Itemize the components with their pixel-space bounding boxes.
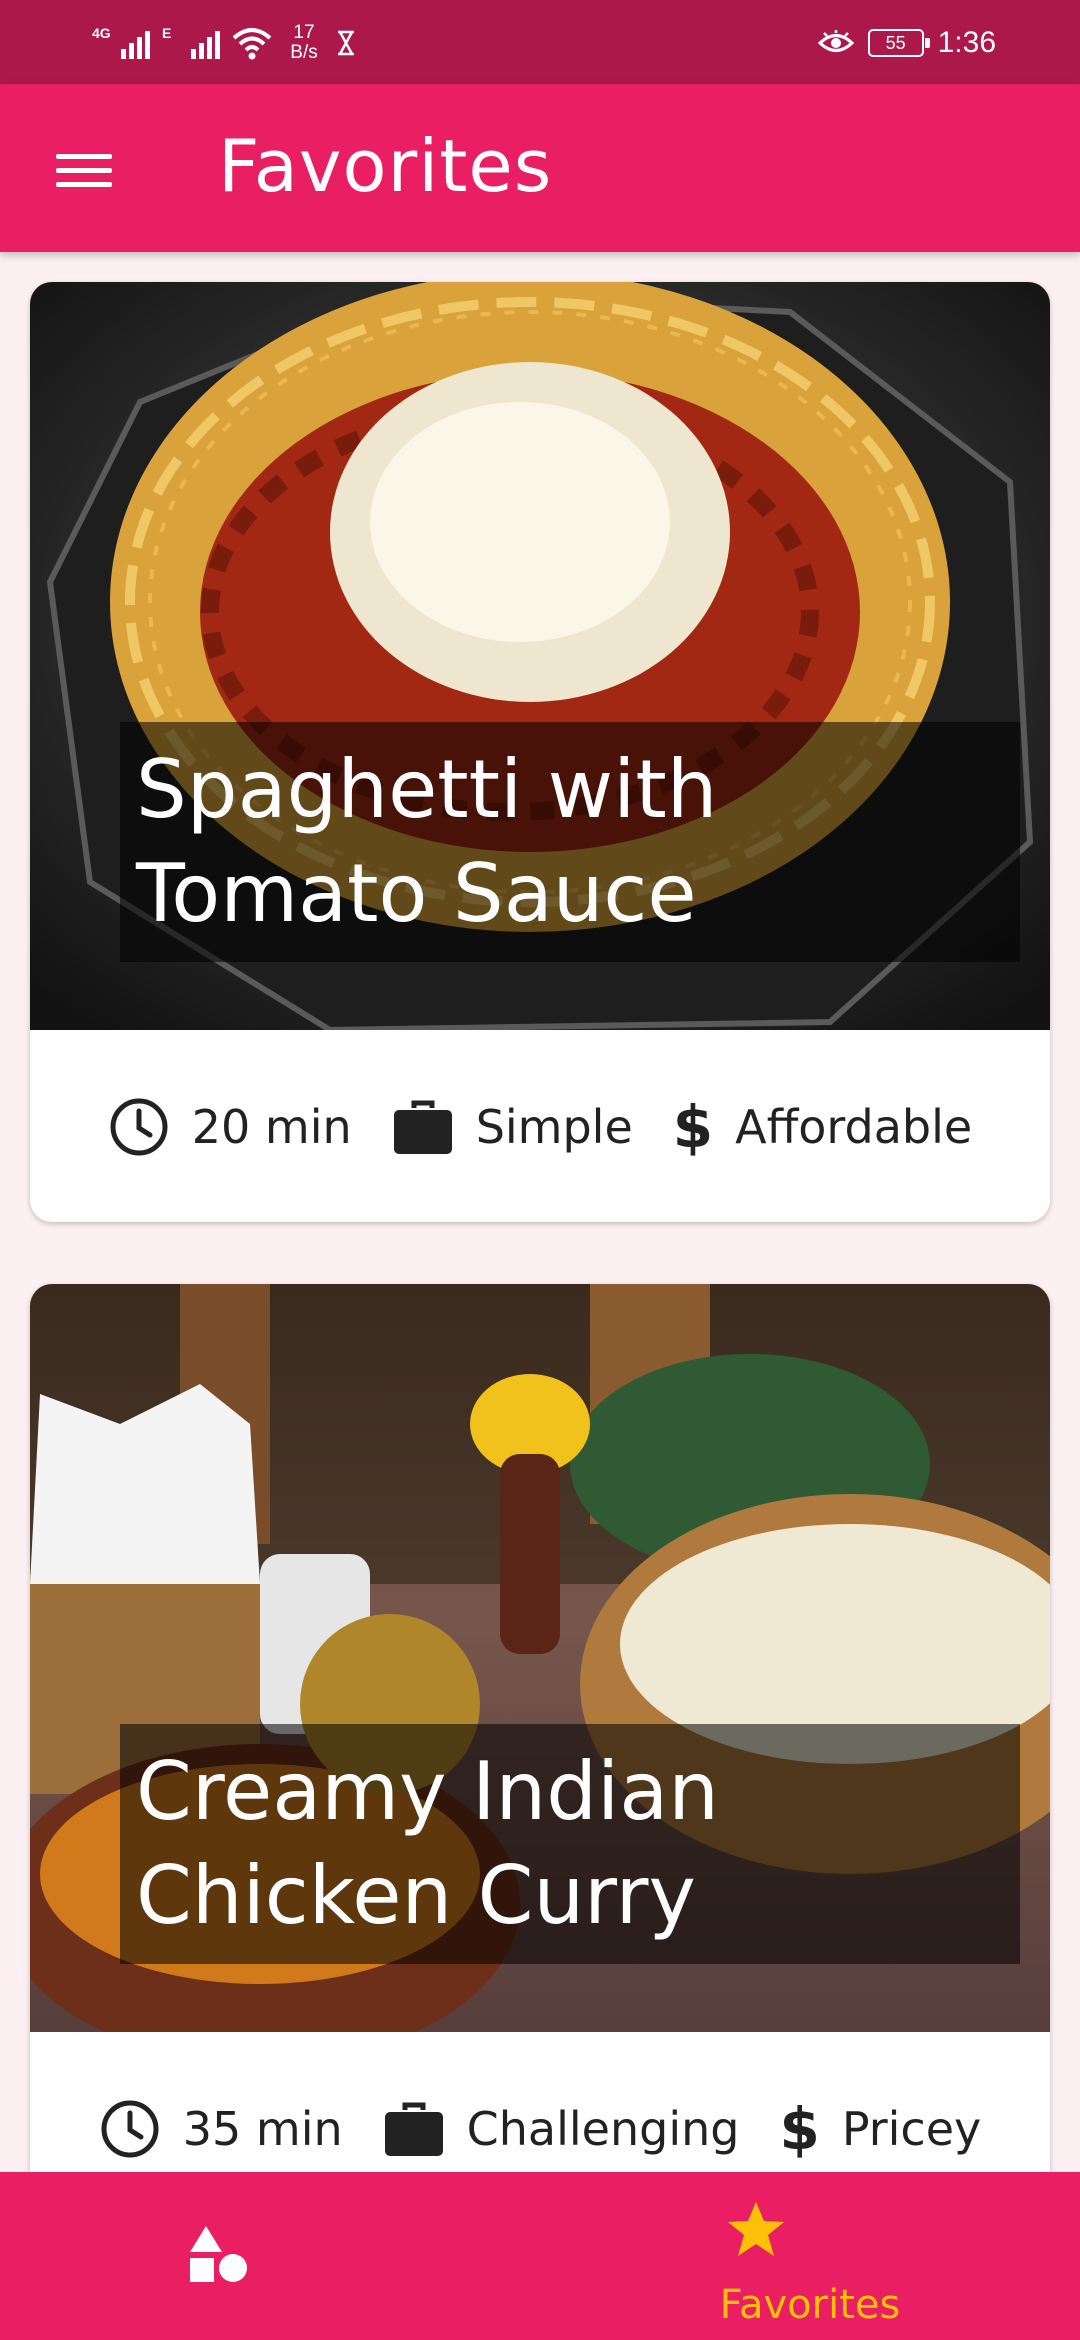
affordability-info: $ Affordable bbox=[673, 1093, 972, 1161]
affordability-text: Pricey bbox=[841, 2102, 982, 2156]
wifi-icon bbox=[232, 28, 272, 60]
duration-text: 35 min bbox=[182, 2102, 343, 2156]
status-bar: 4G E 17 B/s 55 1:36 bbox=[0, 0, 1080, 84]
complexity-info: Simple bbox=[392, 1098, 633, 1156]
clock: 1:36 bbox=[937, 26, 996, 59]
network-speed-value: 17 bbox=[293, 22, 315, 43]
meal-card[interactable]: Spaghetti with Tomato Sauce 20 min Simpl… bbox=[30, 282, 1050, 1222]
duration-text: 20 min bbox=[191, 1100, 352, 1154]
meal-title-line1: Spaghetti with bbox=[136, 743, 718, 836]
network-speed-unit: B/s bbox=[290, 42, 318, 63]
duration-info: 20 min bbox=[108, 1096, 352, 1158]
categories-shapes-icon bbox=[190, 2226, 247, 2282]
nav-favorites[interactable]: Favorites bbox=[540, 2172, 1080, 2340]
briefcase-icon bbox=[384, 2102, 443, 2156]
clock-icon bbox=[110, 1098, 168, 1156]
complexity-info: Challenging bbox=[383, 2100, 740, 2158]
network-speed: 17 B/s bbox=[284, 23, 324, 63]
hamburger-menu-icon[interactable] bbox=[56, 150, 112, 190]
briefcase-icon bbox=[393, 1100, 452, 1154]
meal-title-line2: Chicken Curry bbox=[136, 1849, 696, 1942]
battery-icon: 55 bbox=[867, 29, 930, 57]
hourglass-icon bbox=[337, 30, 355, 56]
meal-title-line2: Tomato Sauce bbox=[136, 847, 697, 940]
battery-level: 55 bbox=[885, 33, 906, 53]
dollar-icon: $ bbox=[779, 2095, 820, 2163]
meal-info-row: 35 min Challenging $ Pricey bbox=[30, 2034, 1050, 2172]
affordability-text: Affordable bbox=[735, 1100, 973, 1154]
meal-title-overlay: Creamy Indian Chicken Curry bbox=[120, 1724, 1020, 1964]
duration-info: 35 min bbox=[99, 2098, 343, 2160]
clock-icon bbox=[101, 2100, 159, 2158]
meal-image-spaghetti: Spaghetti with Tomato Sauce bbox=[30, 282, 1050, 1030]
meal-image-curry: Creamy Indian Chicken Curry bbox=[30, 1284, 1050, 2032]
meal-info-row: 20 min Simple $ Affordable bbox=[30, 1032, 1050, 1222]
cell-signal-icon: 4G bbox=[92, 23, 150, 63]
meal-card[interactable]: Creamy Indian Chicken Curry 35 min Chall… bbox=[30, 1284, 1050, 2172]
complexity-text: Challenging bbox=[466, 2102, 740, 2156]
status-left-icons: 4G E 17 B/s bbox=[92, 18, 356, 68]
signal-tech-label: 4G bbox=[92, 25, 111, 41]
eye-comfort-icon bbox=[817, 30, 854, 52]
bottom-navigation: Favorites bbox=[0, 2172, 1080, 2340]
meal-title-overlay: Spaghetti with Tomato Sauce bbox=[120, 722, 1020, 962]
signal-tech-label-2: E bbox=[162, 25, 172, 41]
meal-title-line1: Creamy Indian bbox=[136, 1745, 719, 1838]
complexity-text: Simple bbox=[475, 1100, 633, 1154]
app-bar: Favorites bbox=[0, 84, 1080, 252]
favorites-list[interactable]: Spaghetti with Tomato Sauce 20 min Simpl… bbox=[0, 252, 1080, 2172]
dollar-icon: $ bbox=[672, 1093, 714, 1161]
status-right-icons: 55 1:36 bbox=[817, 18, 996, 68]
cell-signal-icon-2: E bbox=[162, 23, 220, 63]
nav-favorites-label: Favorites bbox=[719, 2282, 901, 2328]
star-icon bbox=[728, 2202, 784, 2256]
page-title: Favorites bbox=[218, 124, 553, 208]
affordability-info: $ Pricey bbox=[779, 2095, 981, 2163]
nav-categories[interactable] bbox=[0, 2172, 540, 2340]
